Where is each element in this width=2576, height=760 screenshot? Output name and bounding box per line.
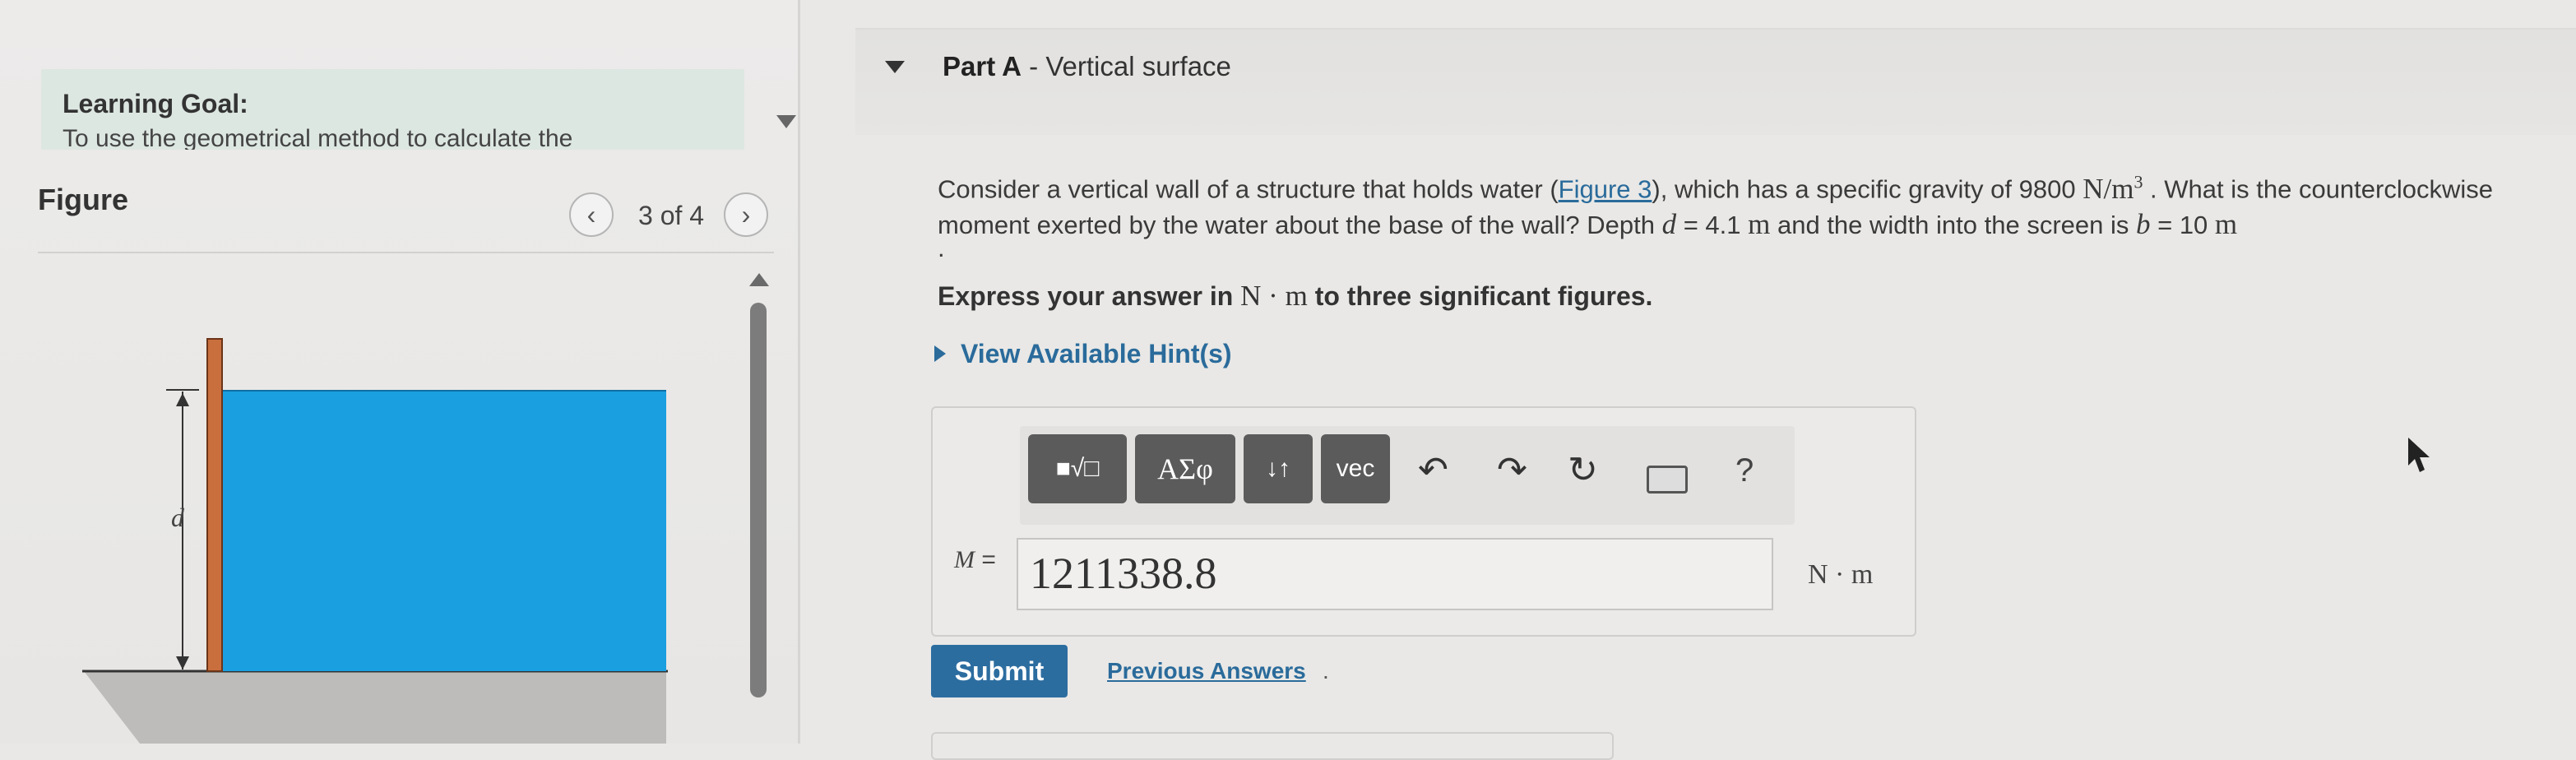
sg-unit-exponent: 3 [2134, 171, 2143, 192]
water-body [222, 390, 666, 671]
help-button[interactable]: ? [1735, 451, 1754, 490]
question-trailing: . [938, 234, 945, 262]
instruction-unit: N · m [1240, 280, 1308, 312]
subscript-superscript-button[interactable]: ↓↑ [1244, 434, 1313, 503]
part-name: Vertical surface [1045, 51, 1231, 81]
depth-unit: m [1748, 207, 1771, 240]
hints-label: View Available Hint(s) [961, 339, 1232, 368]
width-unit: m [2214, 207, 2238, 240]
specific-gravity-unit: N/m3 [2083, 171, 2143, 205]
figure-3-link[interactable]: Figure 3 [1559, 175, 1652, 204]
redo-icon[interactable]: ↷ [1497, 451, 1527, 490]
part-collapse-triangle-icon[interactable] [885, 61, 905, 73]
learning-goal-title: Learning Goal: [63, 89, 248, 118]
question-seg-1: Consider a vertical wall of a structure … [938, 174, 1559, 204]
scroll-up-arrow-icon[interactable] [749, 273, 769, 286]
keyboard-icon[interactable] [1647, 466, 1688, 494]
view-hints-link[interactable]: View Available Hint(s) [934, 339, 1232, 369]
undo-icon[interactable]: ↶ [1418, 451, 1448, 490]
figure-diagram: d [82, 338, 668, 744]
reset-icon[interactable]: ↻ [1568, 451, 1598, 490]
question-text: Consider a vertical wall of a structure … [938, 165, 2550, 243]
expand-triangle-icon [934, 345, 946, 362]
mouse-cursor-icon [2408, 438, 2430, 472]
part-title[interactable]: Part A - Vertical surface [943, 51, 1231, 82]
figure-prev-button[interactable]: ‹ [569, 192, 614, 237]
figure-scrollbar[interactable] [750, 303, 767, 697]
depth-var: d [1661, 207, 1677, 240]
figure-header: Figure [38, 183, 129, 216]
depth-variable: d [1662, 208, 1677, 240]
previous-answers-link[interactable]: Previous Answers [1107, 658, 1306, 684]
depth-top-arrow [176, 393, 189, 406]
question-seg-4: and the width into the screen is [1770, 210, 2136, 239]
part-separator: - [1021, 51, 1046, 81]
figure-divider [38, 252, 774, 253]
part-header[interactable] [855, 30, 2576, 135]
instruction-seg-1: Express your answer in [938, 281, 1241, 311]
learning-goal-box[interactable]: Learning Goal: To use the geometrical me… [41, 69, 744, 150]
chevron-left-icon: ‹ [586, 200, 596, 229]
sg-unit-base: N/m [2083, 172, 2134, 205]
vector-button[interactable]: vec [1321, 434, 1390, 503]
symbols-button[interactable]: ΑΣφ [1135, 434, 1235, 503]
submit-button[interactable]: Submit [931, 645, 1068, 697]
depth-value: = 4.1 [1676, 210, 1749, 239]
width-var: b [2135, 207, 2151, 240]
depth-label: d [171, 503, 185, 532]
depth-bottom-arrow [176, 656, 189, 670]
templates-button[interactable]: ■√□ [1028, 434, 1127, 503]
answer-label: M = [954, 546, 996, 574]
answer-unit: N · m [1808, 559, 1874, 590]
previous-answers-suffix: . [1323, 658, 1329, 684]
learning-goal-text: To use the geometrical method to calcula… [63, 125, 573, 150]
collapse-triangle-icon[interactable] [776, 115, 796, 128]
width-variable: b [2136, 208, 2151, 240]
next-section-box [931, 732, 1614, 760]
figure-next-button[interactable]: › [724, 192, 768, 237]
wall [206, 338, 223, 672]
answer-input[interactable]: 1211338.8 [1017, 538, 1773, 610]
figure-counter: 3 of 4 [638, 201, 705, 230]
part-label: Part A [943, 51, 1022, 81]
answer-eq: = [975, 546, 996, 573]
ground-shading [84, 671, 666, 744]
question-seg-2: ), which has a specific gravity of 9800 [1652, 174, 2083, 204]
width-value: = 10 [2150, 210, 2215, 239]
answer-instruction: Express your answer in N · m to three si… [938, 280, 1652, 313]
left-panel: Learning Goal: To use the geometrical me… [0, 0, 800, 744]
chevron-right-icon: › [741, 200, 751, 229]
instruction-seg-2: to three significant figures. [1307, 281, 1653, 311]
answer-var: M [954, 546, 975, 573]
